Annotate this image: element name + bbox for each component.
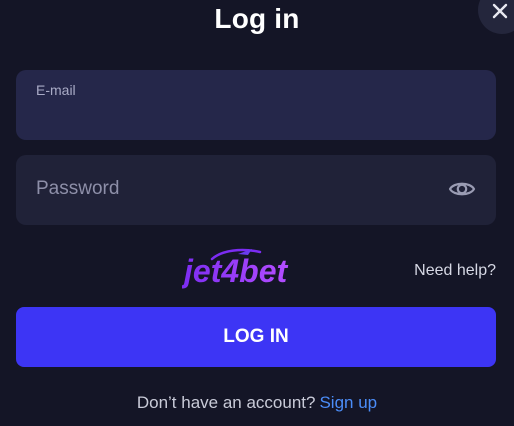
show-password-toggle[interactable] <box>448 177 476 201</box>
login-modal: Log in E-mail jet4bet Need help? LOG IN … <box>0 0 514 426</box>
jet4bet-logo: jet4bet <box>180 246 328 290</box>
modal-title: Log in <box>214 3 300 34</box>
eye-icon <box>448 182 476 196</box>
close-icon <box>492 3 508 19</box>
signup-link[interactable]: Sign up <box>319 393 377 412</box>
login-button[interactable]: LOG IN <box>16 307 496 367</box>
need-help-link[interactable]: Need help? <box>414 262 496 280</box>
email-field[interactable]: E-mail <box>16 70 496 140</box>
signup-row: Don’t have an account? Sign up <box>0 393 514 413</box>
signup-prompt: Don’t have an account? <box>136 393 316 412</box>
password-input[interactable] <box>36 177 436 201</box>
password-field[interactable] <box>16 155 496 225</box>
email-input[interactable] <box>36 104 476 128</box>
email-label: E-mail <box>36 82 76 98</box>
logo-text: jet4bet <box>182 253 288 289</box>
